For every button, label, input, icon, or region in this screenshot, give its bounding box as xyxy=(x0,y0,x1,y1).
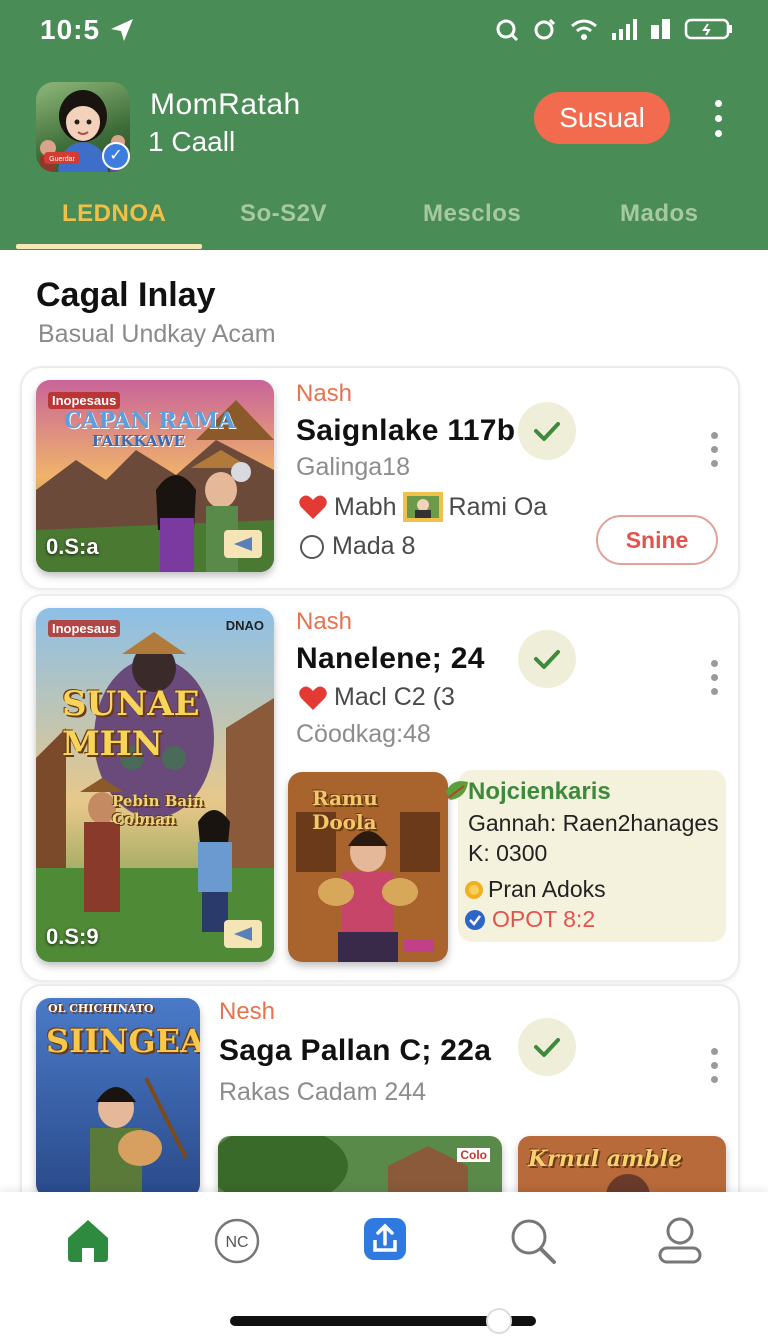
card-more-icon[interactable] xyxy=(711,660,721,700)
cast-icon[interactable] xyxy=(224,920,262,948)
card-meta: Cöodkag:48 xyxy=(296,720,431,748)
heart-icon xyxy=(299,495,327,519)
info-line: Gannah: Raen2hanages xyxy=(468,810,719,836)
card-meta: Galinga18 xyxy=(296,453,410,481)
card-detail-text: Macl C2 (3 xyxy=(334,683,455,711)
thumbnail-title: CAPAN RAMA xyxy=(64,408,236,434)
card-detail-text: Mabh xyxy=(334,492,397,521)
user-subtitle: 1 Caall xyxy=(148,126,236,157)
nc-icon: NC xyxy=(214,1218,260,1264)
card-title[interactable]: Saga Pallan C; 22a xyxy=(219,1034,491,1068)
check-icon[interactable] xyxy=(518,1018,576,1076)
circle-icon xyxy=(300,534,324,559)
sim-icon xyxy=(651,19,670,39)
card-title[interactable]: Nanelene; 24 xyxy=(296,642,485,676)
more-options-icon[interactable] xyxy=(706,100,730,144)
section-title: Cagal Inlay xyxy=(36,276,216,314)
nav-home[interactable] xyxy=(64,1216,114,1266)
info-line-text: OPOT 8:2 xyxy=(492,906,596,932)
card-title[interactable]: Saignlake 117b xyxy=(296,414,515,448)
tab-lednoa[interactable]: LEDNOA xyxy=(62,200,166,228)
card-more-icon[interactable] xyxy=(711,1048,721,1088)
related-thumbnail-title: Krnul amble xyxy=(528,1146,682,1172)
share-icon xyxy=(364,1218,406,1260)
card-kind: Nesh xyxy=(219,998,276,1025)
section-subtitle: Basual Undkay Acam xyxy=(38,320,276,348)
info-title: Nojcienkaris xyxy=(468,778,611,805)
tab-mados[interactable]: Mados xyxy=(620,200,699,228)
nav-profile[interactable] xyxy=(656,1216,706,1266)
timer-icon xyxy=(534,18,556,40)
signal-icon xyxy=(612,19,637,40)
card-detail-row: Mada 8 xyxy=(298,532,415,561)
check-icon[interactable] xyxy=(518,630,576,688)
verified-check-icon: ✓ xyxy=(102,142,130,170)
header-action-button[interactable]: Susual xyxy=(534,92,670,144)
card-detail-row: Mabh Rami Oa xyxy=(298,492,547,522)
related-thumbnail-title: Ramu Doola xyxy=(312,786,378,834)
card-thumbnail[interactable]: OL CHICHINATO SIINGEAS xyxy=(36,998,200,1198)
card-action-button[interactable]: Snine xyxy=(596,515,718,565)
thumbnail-subtitle: FAIKKAWE xyxy=(92,432,186,450)
profile-icon xyxy=(658,1217,702,1264)
card-meta: Rakas Cadam 244 xyxy=(219,1078,427,1106)
cast-icon[interactable] xyxy=(224,530,262,558)
thumbnail-title: SUNAE MHN xyxy=(62,684,200,764)
thumbnail-title: SIINGEAS xyxy=(46,1022,200,1060)
battery-icon xyxy=(684,18,732,40)
nav-search[interactable] xyxy=(508,1216,558,1266)
location-arrow-icon xyxy=(111,19,133,41)
home-icon xyxy=(68,1220,108,1262)
svg-text:NC: NC xyxy=(225,1234,248,1251)
avatar-caption: Guerdar xyxy=(49,156,75,163)
info-line: K: 0300 xyxy=(468,840,548,866)
card-thumbnail[interactable]: Inopesaus CAPAN RAMA FAIKKAWE 0.S:a xyxy=(36,380,274,572)
related-thumbnail-label: Colo xyxy=(457,1148,490,1162)
thumbnail-brand: Inopesaus xyxy=(48,392,121,409)
thumbnail-duration: 0.S:9 xyxy=(46,924,99,949)
thumbnail-art xyxy=(36,608,274,962)
app-header: 10:5 Guerdar ✓ MomRatah 1 Caall Susual L… xyxy=(0,0,768,250)
info-panel: Nojcienkaris Gannah: Raen2hanages K: 030… xyxy=(446,770,726,942)
tab-mesclos[interactable]: Mesclos xyxy=(423,200,521,228)
card-kind: Nash xyxy=(296,608,353,635)
mini-thumbnail-icon xyxy=(402,492,443,522)
info-line-text: Pran Adoks xyxy=(488,876,606,902)
card-detail-extra: Rami Oa xyxy=(448,492,548,521)
verified-icon xyxy=(465,909,485,930)
thumbnail-brand-right: DNAO xyxy=(225,618,264,633)
search-icon xyxy=(511,1219,556,1264)
info-line: OPOT 8:2 xyxy=(464,906,595,933)
thumbnail-brand: OL CHICHINATO xyxy=(48,1002,154,1015)
related-thumbnail[interactable]: Ramu Doola xyxy=(288,772,448,962)
card-kind: Nash xyxy=(296,380,353,407)
card-detail-row: Macl C2 (3 xyxy=(298,683,455,712)
tab-so-s2v[interactable]: So-S2V xyxy=(240,200,327,228)
card-thumbnail[interactable]: Inopesaus DNAO SUNAE MHN Pebin Bain Cobn… xyxy=(36,608,274,962)
wifi-icon xyxy=(571,19,597,40)
tab-bar: LEDNOA So-S2V Mesclos Mados xyxy=(0,188,768,250)
card-detail-text: Mada 8 xyxy=(332,532,416,560)
alarm-icon xyxy=(496,19,519,42)
status-time: 10:5 xyxy=(40,14,101,45)
info-line: Pran Adoks xyxy=(464,876,606,903)
user-name: MomRatah xyxy=(150,88,301,121)
active-tab-indicator xyxy=(16,244,202,249)
status-bar: 10:5 xyxy=(0,0,768,62)
card-more-icon[interactable] xyxy=(711,432,721,472)
heart-icon xyxy=(299,686,327,710)
home-indicator-knob xyxy=(486,1308,512,1334)
status-icons xyxy=(494,16,734,42)
nav-share[interactable] xyxy=(362,1216,412,1266)
coin-icon xyxy=(465,880,483,899)
check-icon[interactable] xyxy=(518,402,576,460)
thumbnail-brand: Inopesaus xyxy=(48,620,121,637)
thumbnail-subtitle: Pebin Bain Cobnan xyxy=(112,792,204,828)
thumbnail-duration: 0.S:a xyxy=(46,534,99,559)
nav-nc[interactable]: NC xyxy=(212,1216,262,1266)
